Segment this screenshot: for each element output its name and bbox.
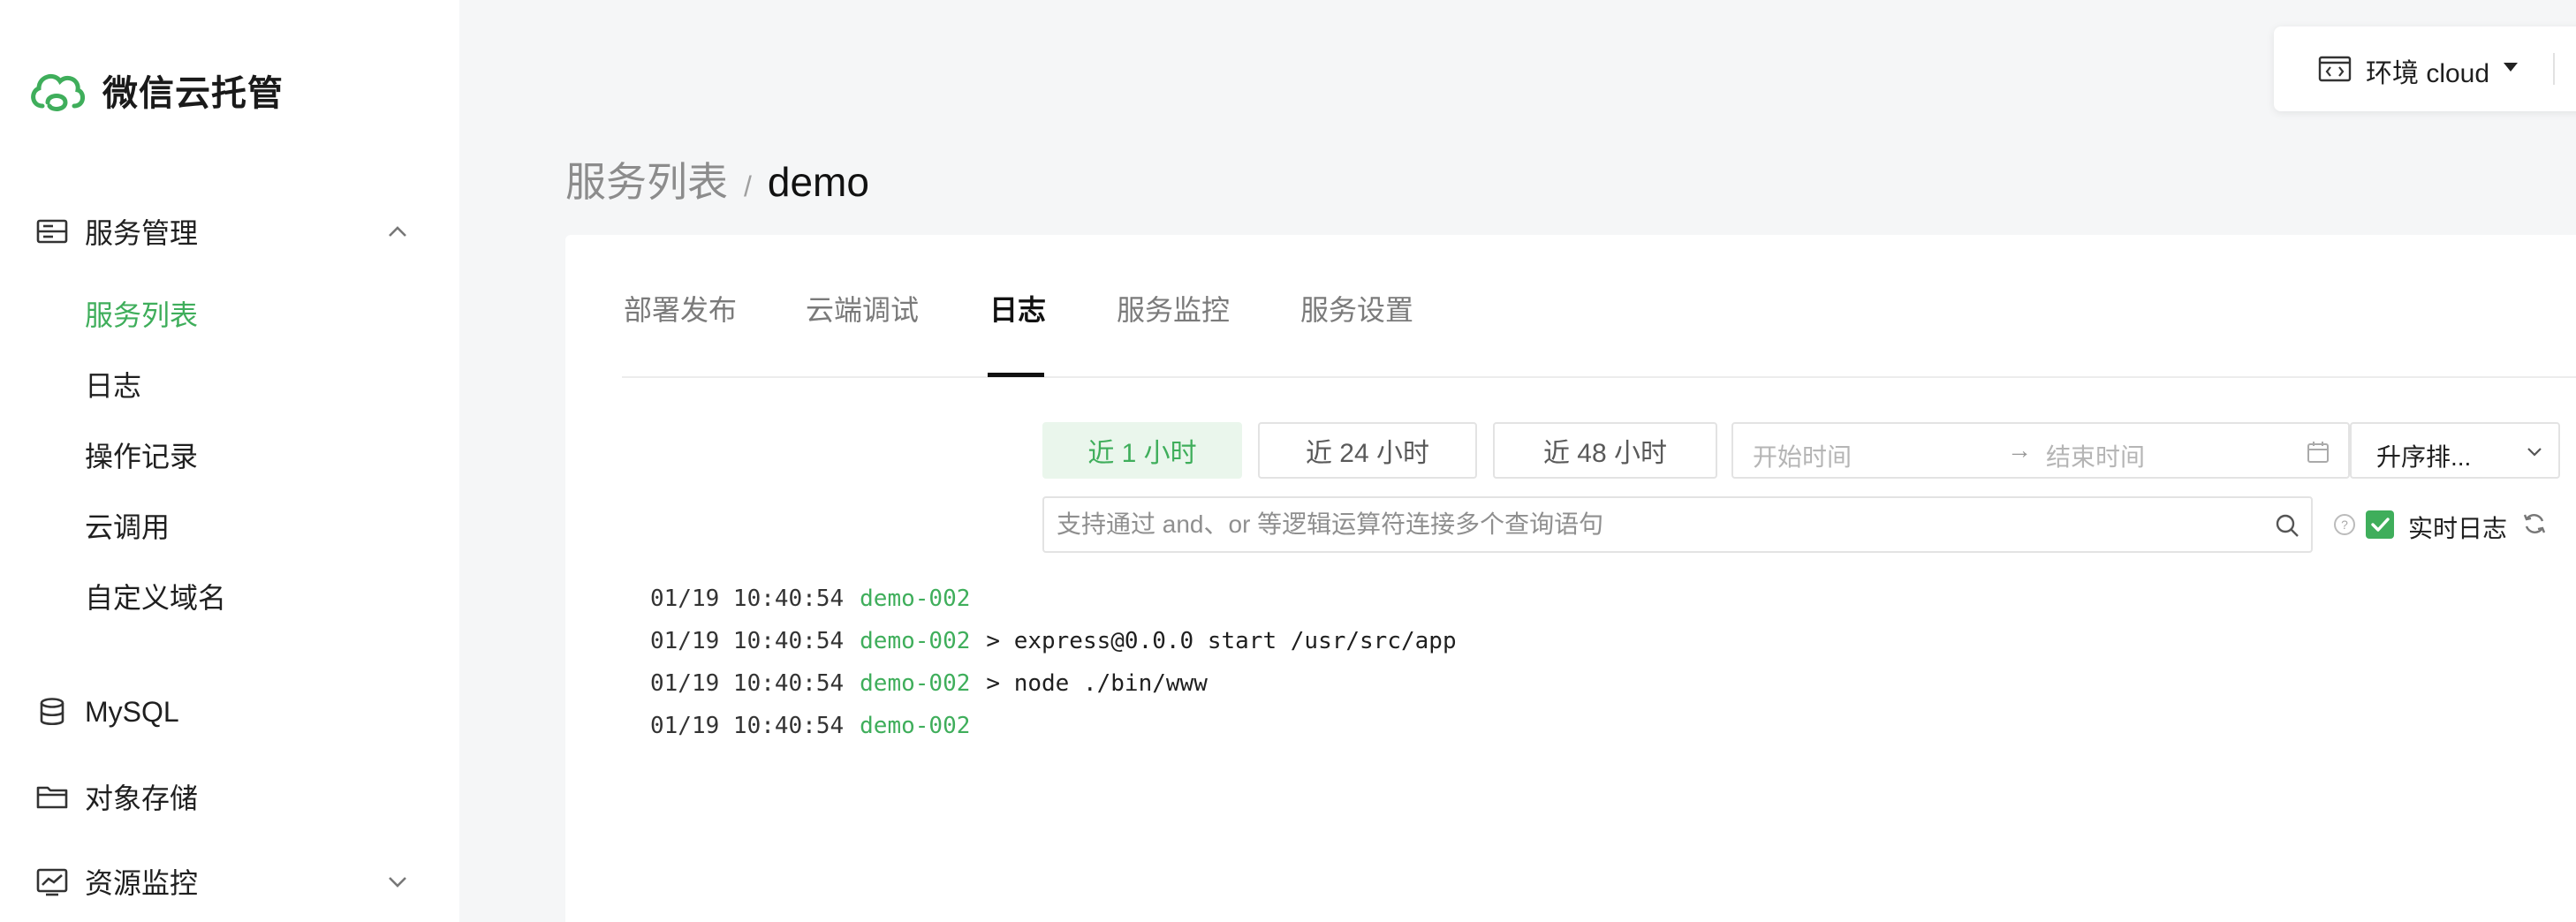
env-label: 环境 cloud xyxy=(2366,59,2490,88)
log-time: 01/19 10:40:54 xyxy=(650,670,845,697)
log-line: 01/19 10:40:54 demo-002 > node ./bin/www xyxy=(650,662,1457,705)
log-time: 01/19 10:40:54 xyxy=(650,628,845,654)
date-range-picker[interactable]: 开始时间 → 结束时间 xyxy=(1731,422,2350,479)
log-service: demo-002 xyxy=(860,670,971,697)
log-message: > express@0.0.0 start /usr/src/app xyxy=(986,628,1457,654)
divider xyxy=(2553,53,2555,85)
tab-deploy[interactable]: 部署发布 xyxy=(624,288,737,329)
svg-text:?: ? xyxy=(2341,518,2348,532)
code-window-icon xyxy=(2318,56,2352,82)
sidebar: 微信云托管 服务管理 服务列表 日志 操作记录 云调用 自定义域名 MySQL … xyxy=(0,0,459,922)
cloud-logo-icon xyxy=(31,73,85,111)
chevron-down-icon xyxy=(2527,448,2542,457)
nav-service-management[interactable]: 服务管理 xyxy=(0,205,459,258)
nav-service-management-label: 服务管理 xyxy=(85,217,199,249)
log-time: 01/19 10:40:54 xyxy=(650,713,845,739)
breadcrumb-current: demo xyxy=(767,159,869,205)
active-tab-indicator xyxy=(988,373,1044,377)
nav-mysql[interactable]: MySQL xyxy=(0,685,459,738)
nav-resource-monitor[interactable]: 资源监控 xyxy=(0,855,459,908)
monitor-chart-icon xyxy=(36,868,68,896)
brand-name: 微信云托管 xyxy=(102,74,284,113)
range-24h-button[interactable]: 近 24 小时 xyxy=(1258,422,1477,479)
nav-mysql-label: MySQL xyxy=(85,695,179,728)
sort-select[interactable]: 升序排... xyxy=(2350,422,2560,479)
main-card: 部署发布 云端调试 日志 服务监控 服务设置 近 1 小时 近 24 小时 近 … xyxy=(565,235,2576,922)
tab-service-settings[interactable]: 服务设置 xyxy=(1300,288,1413,329)
log-service: demo-002 xyxy=(860,586,971,612)
nav-object-storage-label: 对象存储 xyxy=(85,782,199,814)
search-icon[interactable] xyxy=(2274,512,2300,539)
sidebar-item-service-list[interactable]: 服务列表 xyxy=(85,293,198,337)
calendar-icon xyxy=(2307,442,2329,463)
range-48h-button[interactable]: 近 48 小时 xyxy=(1493,422,1717,479)
folder-icon xyxy=(36,786,68,809)
env-selector[interactable]: 环境 cloud xyxy=(2274,26,2576,111)
sort-select-value: 升序排... xyxy=(2376,443,2472,471)
breadcrumb-separator: / xyxy=(744,170,752,202)
database-icon xyxy=(40,698,64,726)
range-1h-button[interactable]: 近 1 小时 xyxy=(1042,422,1242,479)
nav-object-storage[interactable]: 对象存储 xyxy=(0,770,459,823)
end-time-field[interactable]: 结束时间 xyxy=(2046,438,2145,473)
breadcrumb: 服务列表 / demo xyxy=(565,150,869,205)
log-line: 01/19 10:40:54 demo-002 xyxy=(650,705,1457,747)
refresh-icon[interactable] xyxy=(2521,510,2548,537)
log-search xyxy=(1042,496,2313,553)
check-icon xyxy=(2371,518,2390,532)
breadcrumb-parent[interactable]: 服务列表 xyxy=(565,150,728,208)
sidebar-item-custom-domain[interactable]: 自定义域名 xyxy=(85,576,226,620)
brand[interactable]: 微信云托管 xyxy=(27,64,284,117)
arrow-right-icon: → xyxy=(2007,436,2032,464)
sidebar-item-operation-records[interactable]: 操作记录 xyxy=(85,435,198,479)
tab-bar: 部署发布 云端调试 日志 服务监控 服务设置 xyxy=(622,235,2576,378)
caret-down-icon xyxy=(2504,63,2518,72)
realtime-log-checkbox[interactable] xyxy=(2366,510,2394,539)
sidebar-item-cloud-call[interactable]: 云调用 xyxy=(85,505,170,549)
log-message: > node ./bin/www xyxy=(986,670,1208,697)
help-icon[interactable]: ? xyxy=(2332,512,2357,537)
nav-resource-monitor-label: 资源监控 xyxy=(85,867,199,899)
tab-service-monitor[interactable]: 服务监控 xyxy=(1117,288,1230,329)
chevron-up-icon[interactable] xyxy=(385,221,410,242)
log-output: 01/19 10:40:54 demo-002 01/19 10:40:54 dem… xyxy=(650,578,1457,747)
realtime-log-label[interactable]: 实时日志 xyxy=(2408,510,2507,545)
chevron-down-icon[interactable] xyxy=(385,871,410,892)
log-service: demo-002 xyxy=(860,713,971,739)
tab-logs[interactable]: 日志 xyxy=(989,288,1046,329)
log-service: demo-002 xyxy=(860,628,971,654)
server-icon xyxy=(36,219,68,244)
log-line: 01/19 10:40:54 demo-002 > express@0.0.0 st… xyxy=(650,620,1457,662)
tab-cloud-debug[interactable]: 云端调试 xyxy=(806,288,919,329)
start-time-field[interactable]: 开始时间 xyxy=(1753,438,1852,473)
sidebar-item-logs[interactable]: 日志 xyxy=(85,364,141,408)
log-line: 01/19 10:40:54 demo-002 xyxy=(650,578,1457,620)
log-search-input[interactable] xyxy=(1057,507,2258,542)
log-time: 01/19 10:40:54 xyxy=(650,586,845,612)
